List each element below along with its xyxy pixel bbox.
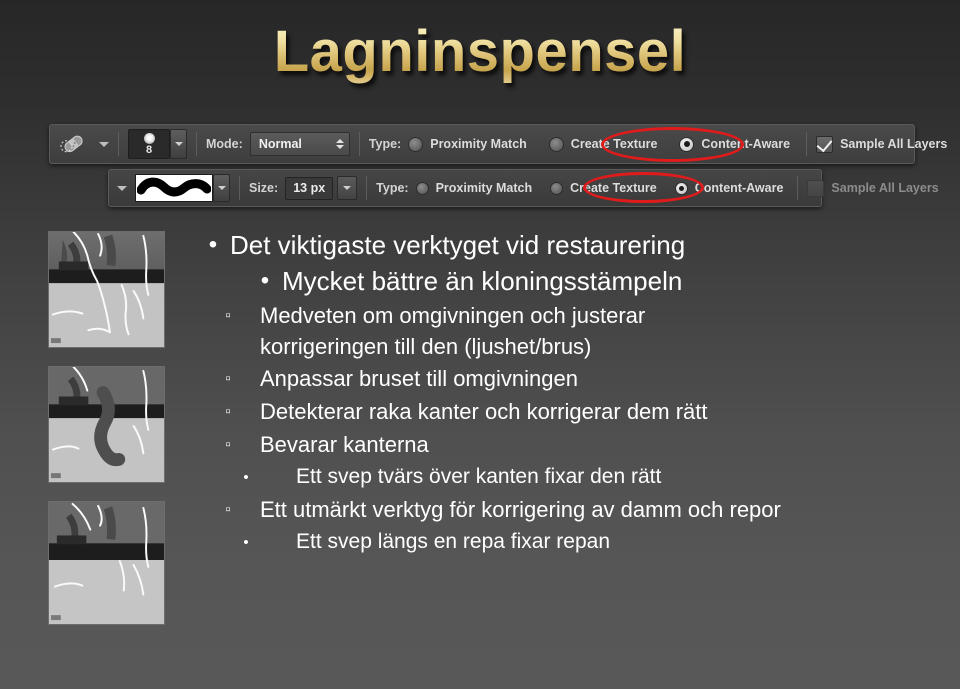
bullet-text: Anpassar bruset till omgivningen (260, 366, 578, 391)
checkbox-checked-icon (816, 135, 834, 153)
list-item: ▫ Ett utmärkt verktyg för korrigering av… (196, 494, 896, 526)
bullet-marker: • (243, 534, 249, 551)
checkbox-unchecked-icon (807, 179, 825, 197)
radio-content-aware[interactable]: Content-Aware (679, 136, 791, 152)
radio-button-selected-icon (674, 181, 688, 195)
radio-button-icon (550, 181, 564, 195)
bullet-marker: ▫ (225, 436, 231, 453)
radio-label: Content-Aware (701, 137, 791, 151)
bullet-marker: ▫ (225, 403, 231, 420)
radio-button-selected-icon (679, 136, 695, 152)
bullet-text: Ett svep längs en repa fixar repan (296, 530, 611, 553)
brush-picker-chevron-down-icon[interactable] (170, 129, 187, 159)
bullet-marker: • (243, 469, 249, 486)
page-title: Lagninspensel (273, 19, 687, 84)
divider (196, 132, 197, 156)
size-input[interactable]: 13 px (285, 176, 334, 200)
size-label: Size: (249, 181, 279, 195)
mode-value: Normal (258, 137, 302, 151)
bullet-marker: • (208, 231, 218, 258)
bullet-marker: ▫ (225, 307, 231, 324)
bullet-marker: ▫ (225, 370, 231, 387)
divider (239, 176, 240, 200)
healing-brush-icon[interactable] (58, 131, 88, 157)
thumbnail-after-healed-photo (48, 501, 165, 625)
checkbox-sample-all-layers[interactable]: Sample All Layers (816, 135, 948, 153)
radio-label: Proximity Match (430, 137, 527, 151)
bullet-text: Ett utmärkt verktyg för korrigering av d… (260, 497, 781, 522)
divider (366, 176, 368, 200)
radio-label: Proximity Match (435, 181, 533, 195)
list-item: ▫ Medveten om omgivningen och justerar k… (196, 300, 896, 362)
radio-button-icon (415, 181, 429, 195)
type-label: Type: (368, 137, 402, 151)
radio-label: Content-Aware (694, 181, 784, 195)
options-bar-spot-healing-brush: Size: 13 px Type: Proximity Match Create… (108, 169, 939, 207)
brush-size-value: 8 (145, 144, 153, 156)
divider (358, 132, 360, 156)
size-chevron-down-icon[interactable] (337, 176, 358, 200)
bullet-text: Mycket bättre än kloningsstämpeln (282, 266, 683, 296)
bullet-text: Detekterar raka kanter och korrigerar de… (260, 399, 708, 424)
radio-label: Create Texture (570, 137, 658, 151)
radio-button-icon (408, 136, 424, 152)
radio-content-aware[interactable]: Content-Aware (674, 181, 784, 195)
thumbnail-brush-stroke-over-scratch (48, 366, 165, 483)
list-item: ▫ Bevarar kanterna (196, 429, 896, 461)
divider (118, 132, 119, 156)
list-item: • Mycket bättre än kloningsstämpeln (248, 264, 896, 298)
checkbox-label: Sample All Layers (840, 137, 948, 151)
updown-chevrons-icon (335, 139, 344, 149)
brush-picker-chevron-down-icon[interactable] (213, 174, 230, 202)
bullet-text: Ett svep tvärs över kanten fixar den rät… (296, 465, 662, 488)
radio-proximity-match[interactable]: Proximity Match (408, 136, 527, 152)
brush-tip-icon (143, 133, 155, 144)
mode-select[interactable]: Normal (249, 132, 350, 156)
list-item: • Det viktigaste verktyget vid restaurer… (196, 228, 896, 262)
type-label: Type: (376, 181, 409, 195)
radio-proximity-match[interactable]: Proximity Match (415, 181, 533, 195)
list-item: ▫ Detekterar raka kanter och korrigerar … (196, 396, 896, 428)
slide-title-container: Lagninspensel (0, 18, 960, 85)
options-bar-healing-brush: 8 Mode: Normal Type: Proximity Match Cre… (49, 124, 947, 164)
list-item: • Ett svep längs en repa fixar repan (196, 527, 896, 558)
divider (806, 132, 808, 156)
radio-create-texture[interactable]: Create Texture (548, 136, 658, 152)
mode-label: Mode: (206, 137, 243, 151)
radio-button-icon (548, 136, 564, 152)
radio-create-texture[interactable]: Create Texture (550, 181, 657, 195)
tool-preset-chevron-down-icon[interactable] (99, 141, 109, 147)
brush-stroke-preview[interactable] (135, 174, 213, 202)
radio-label: Create Texture (570, 181, 657, 195)
checkbox-label: Sample All Layers (831, 181, 939, 195)
bullet-marker: • (260, 267, 270, 294)
bullet-list: • Det viktigaste verktyget vid restaurer… (196, 228, 896, 559)
list-item: ▫ Anpassar bruset till omgivningen (196, 363, 896, 395)
bullet-text: Bevarar kanterna (260, 432, 429, 457)
checkbox-sample-all-layers-disabled: Sample All Layers (807, 179, 939, 197)
list-item: • Ett svep tvärs över kanten fixar den r… (196, 462, 896, 493)
divider (797, 176, 799, 200)
bullet-text: Det viktigaste verktyget vid restaurerin… (230, 230, 686, 260)
brush-preview[interactable]: 8 (128, 129, 170, 159)
size-value: 13 px (293, 181, 326, 195)
thumbnail-before-scratched-photo (48, 231, 165, 348)
tool-preset-chevron-down-icon[interactable] (117, 185, 127, 191)
bullet-marker: ▫ (225, 501, 231, 518)
bullet-text: Medveten om omgivningen och justerar kor… (260, 303, 646, 359)
